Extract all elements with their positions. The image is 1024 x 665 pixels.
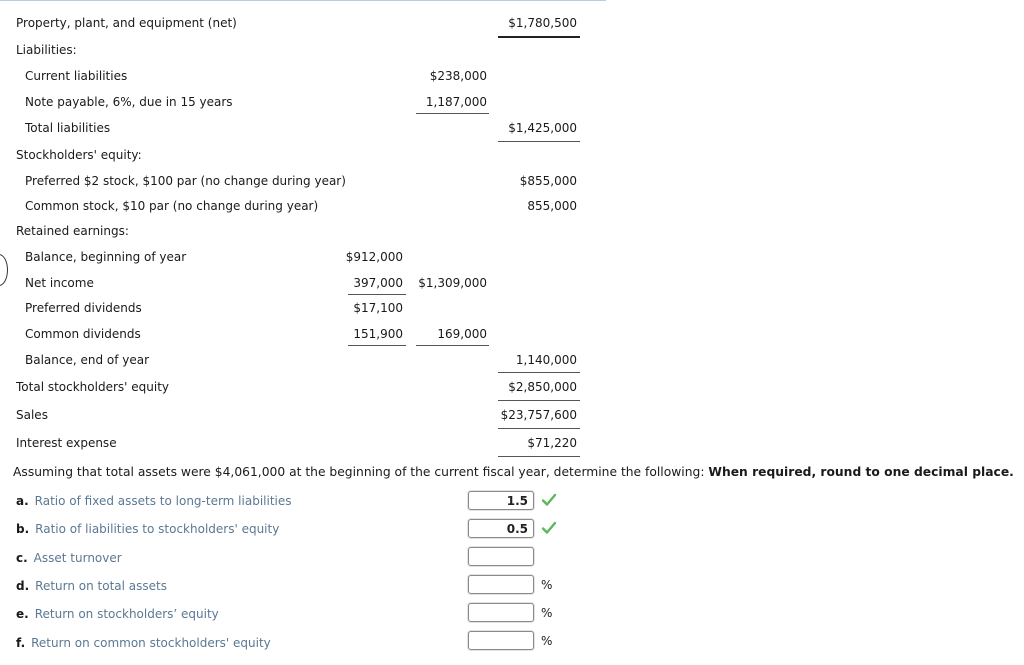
- question-c: c. Asset turnover: [16, 551, 122, 565]
- current-liabilities-label: Current liabilities: [25, 69, 128, 83]
- underline: [498, 400, 580, 401]
- equity-heading: Stockholders' equity:: [16, 148, 142, 162]
- underline: [348, 345, 406, 346]
- retained-earnings-heading: Retained earnings:: [16, 224, 129, 238]
- preferred-stock-label: Preferred $2 stock, $100 par (no change …: [25, 174, 346, 188]
- re-end-label: Balance, end of year: [25, 353, 150, 367]
- note-payable-amount: 1,187,000: [425, 95, 487, 109]
- answer-input-c[interactable]: [468, 547, 534, 566]
- instructions: Assuming that total assets were $4,061,0…: [13, 465, 1014, 480]
- underline: [498, 141, 580, 142]
- checkmark-icon: [541, 493, 557, 506]
- preferred-stock-amount: $855,000: [519, 174, 577, 188]
- common-dividends-label: Common dividends: [25, 327, 141, 341]
- percent-unit-e: %: [541, 606, 553, 620]
- liabilities-heading: Liabilities:: [16, 43, 77, 57]
- question-a: a. Ratio of fixed assets to long-term lia…: [16, 494, 292, 508]
- double-underline: [498, 36, 580, 38]
- re-begin-amount: $912,000: [345, 250, 403, 264]
- common-dividends-amount: 151,900: [353, 327, 403, 341]
- total-equity-amount: $2,850,000: [508, 380, 577, 394]
- answer-input-a[interactable]: 1.5: [468, 491, 534, 510]
- underline: [416, 345, 489, 346]
- sales-amount: $23,757,600: [500, 408, 577, 422]
- underline: [498, 372, 580, 373]
- underline: [348, 294, 406, 295]
- re-end-amount: 1,140,000: [515, 353, 577, 367]
- percent-unit-d: %: [541, 578, 553, 592]
- question-d: d. Return on total assets: [16, 579, 168, 593]
- common-stock-amount: 855,000: [527, 199, 577, 213]
- answer-input-b[interactable]: 0.5: [468, 519, 534, 538]
- checkmark-icon: [541, 521, 557, 534]
- ppe-label: Property, plant, and equipment (net): [16, 16, 237, 30]
- underline: [416, 113, 489, 114]
- ppe-amount: $1,780,500: [508, 16, 577, 30]
- total-equity-label: Total stockholders' equity: [16, 380, 170, 394]
- percent-unit-f: %: [541, 634, 553, 648]
- current-liabilities-amount: $238,000: [429, 69, 487, 83]
- re-subtotal-amount: $1,309,000: [418, 276, 487, 290]
- total-liabilities-amount: $1,425,000: [508, 121, 577, 135]
- instructions-text: Assuming that total assets were $4,061,0…: [13, 465, 705, 479]
- interest-expense-label: Interest expense: [16, 436, 117, 450]
- answer-input-d[interactable]: [468, 575, 534, 594]
- partial-circle-mark: [0, 254, 8, 286]
- net-income-label: Net income: [25, 276, 94, 290]
- sales-label: Sales: [16, 408, 48, 422]
- question-e: e. Return on stockholders’ equity: [16, 607, 219, 621]
- question-b: b. Ratio of liabilities to stockholders' …: [16, 522, 280, 536]
- total-liabilities-label: Total liabilities: [25, 121, 111, 135]
- preferred-dividends-label: Preferred dividends: [25, 301, 142, 315]
- answer-input-f[interactable]: [468, 631, 534, 650]
- total-dividends-amount: 169,000: [437, 327, 487, 341]
- answer-input-e[interactable]: [468, 603, 534, 622]
- interest-expense-amount: $71,220: [527, 436, 577, 450]
- note-payable-label: Note payable, 6%, due in 15 years: [25, 95, 233, 109]
- underline: [498, 456, 580, 457]
- preferred-dividends-amount: $17,100: [353, 301, 403, 315]
- net-income-amount: 397,000: [353, 276, 403, 290]
- re-begin-label: Balance, beginning of year: [25, 250, 187, 264]
- underline: [498, 428, 580, 429]
- common-stock-label: Common stock, $10 par (no change during …: [25, 199, 319, 213]
- question-f: f. Return on common stockholders' equity: [16, 636, 271, 650]
- top-border: [0, 0, 606, 1]
- instructions-bold: When required, round to one decimal plac…: [708, 465, 1014, 479]
